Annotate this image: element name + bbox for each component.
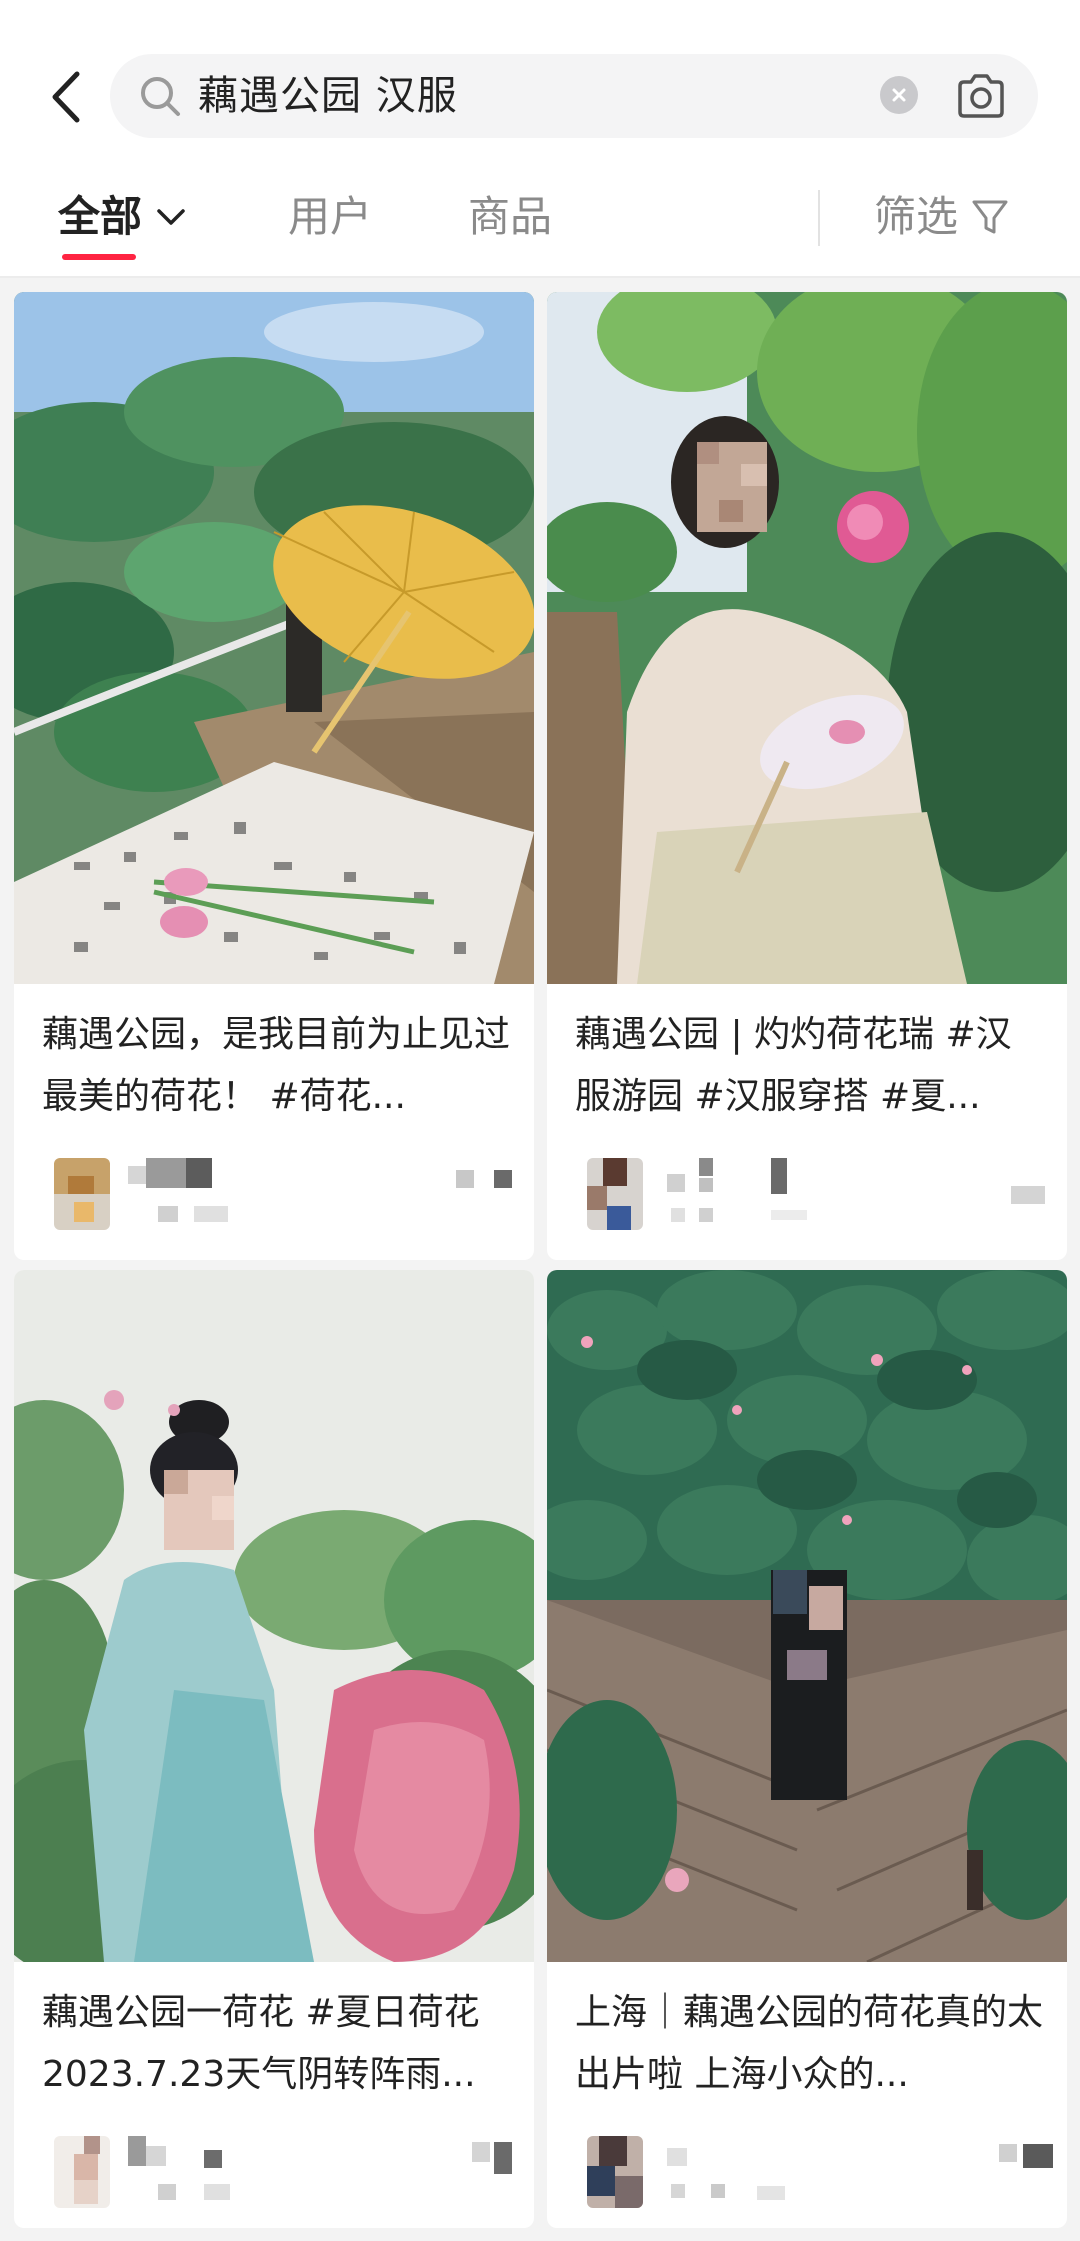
filter-button[interactable]: 筛选 bbox=[874, 182, 1010, 252]
search-input[interactable]: 藕遇公园 汉服 bbox=[110, 54, 1038, 138]
avatar[interactable] bbox=[587, 2136, 643, 2208]
clear-search-button[interactable] bbox=[880, 76, 918, 114]
note-title[interactable]: 藕遇公园，是我目前为止见过最美的荷花！ #荷花... bbox=[42, 1004, 510, 1128]
note-image[interactable] bbox=[14, 292, 534, 984]
author-name-blurred bbox=[667, 1174, 685, 1192]
note-card[interactable]: 上海｜藕遇公园的荷花真的太出片啦 上海小众的... bbox=[547, 1270, 1067, 2228]
search-header: 藕遇公园 汉服 全部 用户 商品 筛选 bbox=[0, 0, 1080, 278]
avatar[interactable] bbox=[587, 1158, 643, 1230]
tab-bar: 全部 用户 商品 筛选 bbox=[0, 172, 1080, 272]
search-icon bbox=[141, 77, 180, 116]
author-name-blurred bbox=[128, 2136, 146, 2166]
tab-all[interactable]: 全部 bbox=[58, 182, 186, 252]
tab-users[interactable]: 用户 bbox=[288, 182, 372, 252]
avatar[interactable] bbox=[54, 2136, 110, 2208]
note-card[interactable]: 藕遇公园，是我目前为止见过最美的荷花！ #荷花... bbox=[14, 292, 534, 1260]
clear-icon bbox=[892, 88, 906, 102]
avatar[interactable] bbox=[54, 1158, 110, 1230]
author-row[interactable] bbox=[54, 1158, 512, 1230]
like-count-blurred bbox=[456, 1170, 474, 1188]
author-row[interactable] bbox=[587, 1158, 1045, 1230]
active-tab-indicator bbox=[62, 254, 136, 260]
note-title[interactable]: 藕遇公园 | 灼灼荷花瑞 #汉服游园 #汉服穿搭 #夏... bbox=[575, 1004, 1043, 1128]
search-query: 藕遇公园 汉服 bbox=[198, 73, 458, 119]
filter-label: 筛选 bbox=[874, 192, 959, 241]
like-count-blurred bbox=[1011, 1186, 1045, 1204]
author-name-blurred bbox=[667, 2148, 687, 2166]
chevron-down-icon bbox=[157, 208, 185, 225]
like-count-blurred bbox=[472, 2142, 490, 2162]
back-arrow-icon bbox=[52, 71, 80, 123]
author-name-blurred bbox=[128, 1166, 146, 1184]
tab-all-label: 全部 bbox=[58, 192, 143, 241]
note-card[interactable]: 藕遇公园一荷花 #夏日荷花 2023.7.23天气阴转阵雨... bbox=[14, 1270, 534, 2228]
camera-icon[interactable] bbox=[954, 70, 1008, 122]
back-button[interactable] bbox=[36, 62, 96, 132]
filter-icon bbox=[972, 200, 1008, 233]
author-row[interactable] bbox=[54, 2136, 512, 2208]
note-card[interactable]: 藕遇公园 | 灼灼荷花瑞 #汉服游园 #汉服穿搭 #夏... bbox=[547, 292, 1067, 1260]
note-image[interactable] bbox=[547, 1270, 1067, 1962]
author-row[interactable] bbox=[587, 2136, 1053, 2208]
tab-divider bbox=[818, 190, 820, 246]
note-title[interactable]: 上海｜藕遇公园的荷花真的太出片啦 上海小众的... bbox=[575, 1982, 1043, 2106]
tab-goods[interactable]: 商品 bbox=[468, 182, 552, 252]
like-count-blurred bbox=[999, 2144, 1017, 2162]
note-image[interactable] bbox=[547, 292, 1067, 984]
note-image[interactable] bbox=[14, 1270, 534, 1962]
note-title[interactable]: 藕遇公园一荷花 #夏日荷花 2023.7.23天气阴转阵雨... bbox=[42, 1982, 510, 2106]
